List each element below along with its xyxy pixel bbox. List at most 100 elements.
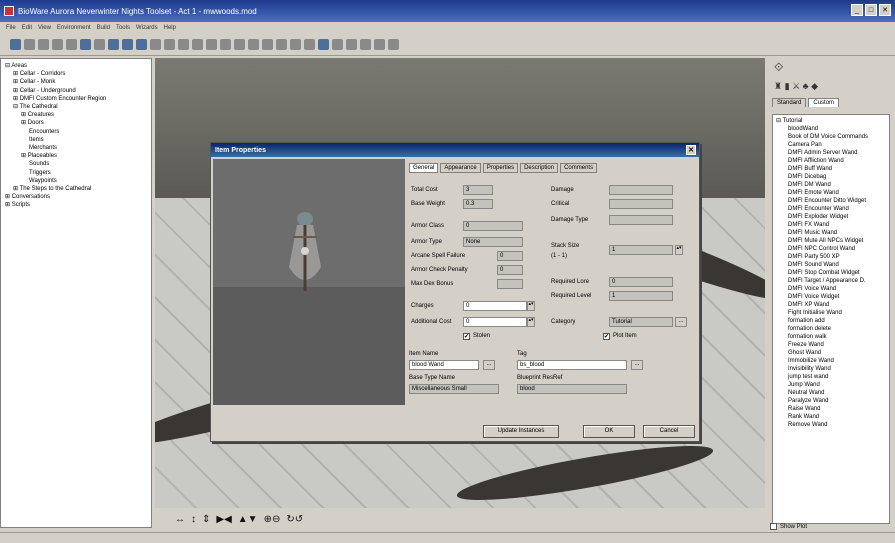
paint-merchant-icon[interactable] <box>192 39 203 50</box>
item-name-input[interactable]: blood Wand <box>409 360 479 370</box>
pan-left-right-icon[interactable]: ↔ <box>175 514 185 525</box>
menu-file[interactable]: File <box>6 25 16 31</box>
blueprint-list[interactable]: ⊟ Tutorial bloodWand Book of DM Voice Co… <box>772 114 890 524</box>
tab-comments[interactable]: Comments <box>560 163 598 173</box>
list-item[interactable]: DMFI Voice Wand <box>776 285 886 293</box>
tree-item[interactable]: ⊞ DMFI Custom Encounter Region <box>5 95 147 103</box>
tree-item[interactable]: ⊞ Creatures <box>5 111 147 119</box>
list-item[interactable]: Fight Initialise Wand <box>776 309 886 317</box>
list-item[interactable]: formation delete <box>776 325 886 333</box>
stolen-checkbox[interactable]: ✔ <box>463 333 470 340</box>
minimize-button[interactable]: _ <box>851 4 863 16</box>
palette-tool-icon[interactable]: ⟐ <box>774 60 783 74</box>
additional-cost-stepper[interactable]: ▴▾ <box>527 317 535 327</box>
dialog-close-icon[interactable]: ✕ <box>686 145 696 155</box>
list-item[interactable]: Book of DM Voice Commands <box>776 133 886 141</box>
list-item[interactable]: formation add <box>776 317 886 325</box>
tab-general[interactable]: General <box>409 163 439 173</box>
tag-input[interactable]: bs_blood <box>517 360 627 370</box>
tree-item[interactable]: ⊞ Cellar - Corridors <box>5 70 147 78</box>
item-name-browse-button[interactable]: ... <box>483 360 495 370</box>
tree-item[interactable]: Triggers <box>5 169 147 177</box>
tree-item[interactable]: Encounters <box>5 128 147 136</box>
test-icon[interactable] <box>94 39 105 50</box>
rotate-h-icon[interactable]: ▶◀ <box>216 514 231 525</box>
walkmesh-icon[interactable] <box>374 39 385 50</box>
list-item[interactable]: DMFI Target / Appearance D. <box>776 277 886 285</box>
tree-item[interactable]: ⊞ Doors <box>5 119 147 127</box>
tree-item[interactable]: Merchants <box>5 144 147 152</box>
menu-edit[interactable]: Edit <box>22 25 32 31</box>
list-item[interactable]: DMFI FX Wand <box>776 221 886 229</box>
list-item[interactable]: DMFI Buff Wand <box>776 165 886 173</box>
new-icon[interactable] <box>10 39 21 50</box>
list-item[interactable]: Invisibility Wand <box>776 365 886 373</box>
list-item[interactable]: DMFI Admin Server Wand <box>776 149 886 157</box>
palette-category[interactable]: ⊟ Tutorial <box>776 117 886 125</box>
stack-size-stepper[interactable]: ▴▾ <box>675 245 683 255</box>
list-item[interactable]: formation walk <box>776 333 886 341</box>
open-icon[interactable] <box>24 39 35 50</box>
maximize-button[interactable]: □ <box>865 4 877 16</box>
menu-view[interactable]: View <box>38 25 51 31</box>
list-item[interactable]: Jump Wand <box>776 381 886 389</box>
tree-item[interactable]: ⊞ Placeables <box>5 152 147 160</box>
tool-icon[interactable] <box>388 39 399 50</box>
paint-encounter-icon[interactable] <box>178 39 189 50</box>
paint-door-icon[interactable] <box>150 39 161 50</box>
plot-item-checkbox[interactable]: ✔ <box>603 333 610 340</box>
category-browse-button[interactable]: ... <box>675 317 687 327</box>
tree-item[interactable]: Waypoints <box>5 177 147 185</box>
paint-light-icon[interactable] <box>262 39 273 50</box>
menu-help[interactable]: Help <box>164 25 176 31</box>
list-item[interactable]: DMFI Emote Wand <box>776 189 886 197</box>
palette-creature-icon[interactable]: ♜ <box>774 81 782 91</box>
tree-item[interactable]: ⊞ Cellar - Underground <box>5 87 147 95</box>
rotate-v-icon[interactable]: ▲▼ <box>238 514 258 525</box>
paint-trigger-icon[interactable] <box>220 39 231 50</box>
tab-standard[interactable]: Standard <box>772 98 807 107</box>
palette-placeable-icon[interactable]: ♣ <box>803 81 809 91</box>
list-item[interactable]: Raise Wand <box>776 405 886 413</box>
list-item[interactable]: DMFI Encounter Ditto Widget <box>776 197 886 205</box>
list-item[interactable]: DMFI Encounter Wand <box>776 205 886 213</box>
tag-browse-button[interactable]: ... <box>631 360 643 370</box>
map-icon[interactable] <box>360 39 371 50</box>
palette-item-icon[interactable]: ⚔ <box>792 81 800 91</box>
list-item[interactable]: DMFI Music Wand <box>776 229 886 237</box>
list-item[interactable]: DMFI Party 500 XP <box>776 253 886 261</box>
paint-waypoint-icon[interactable] <box>248 39 259 50</box>
build-icon[interactable] <box>80 39 91 50</box>
tiles-icon[interactable] <box>346 39 357 50</box>
update-instances-button[interactable]: Update Instances <box>483 425 559 438</box>
list-item[interactable]: Rank Wand <box>776 413 886 421</box>
paint-sound-icon[interactable] <box>234 39 245 50</box>
module-tree[interactable]: ⊟ Areas ⊞ Cellar - Corridors ⊞ Cellar - … <box>0 58 152 528</box>
list-item[interactable]: DMFI DM Wand <box>776 181 886 189</box>
tab-custom[interactable]: Custom <box>808 98 840 107</box>
tree-item[interactable]: Items <box>5 136 147 144</box>
list-item[interactable]: DMFI Affliction Wand <box>776 157 886 165</box>
rotate-left-icon[interactable] <box>108 39 119 50</box>
charges-stepper[interactable]: ▴▾ <box>527 301 535 311</box>
ok-button[interactable]: OK <box>583 425 635 438</box>
list-item[interactable]: Immobilize Wand <box>776 357 886 365</box>
tab-properties[interactable]: Properties <box>482 163 519 173</box>
pan-icon[interactable]: ⇕ <box>202 514 210 525</box>
undo-icon[interactable] <box>66 39 77 50</box>
tree-item[interactable]: ⊟ The Cathedral <box>5 103 147 111</box>
cancel-button[interactable]: Cancel <box>643 425 695 438</box>
list-item[interactable]: Paralyze Wand <box>776 397 886 405</box>
menu-tools[interactable]: Tools <box>116 25 130 31</box>
palette-door-icon[interactable]: ▮ <box>785 81 790 91</box>
show-plot-checkbox[interactable] <box>770 523 777 530</box>
orbit-icon[interactable]: ↻↺ <box>286 514 303 525</box>
menu-environment[interactable]: Environment <box>57 25 91 31</box>
layers-icon[interactable] <box>318 39 329 50</box>
tree-item[interactable]: ⊞ Scripts <box>5 201 147 209</box>
menu-wizards[interactable]: Wizards <box>136 25 158 31</box>
list-item[interactable]: Freeze Wand <box>776 341 886 349</box>
pencil-icon[interactable] <box>304 39 315 50</box>
cut-icon[interactable] <box>52 39 63 50</box>
list-item[interactable]: DMFI Voice Widget <box>776 293 886 301</box>
